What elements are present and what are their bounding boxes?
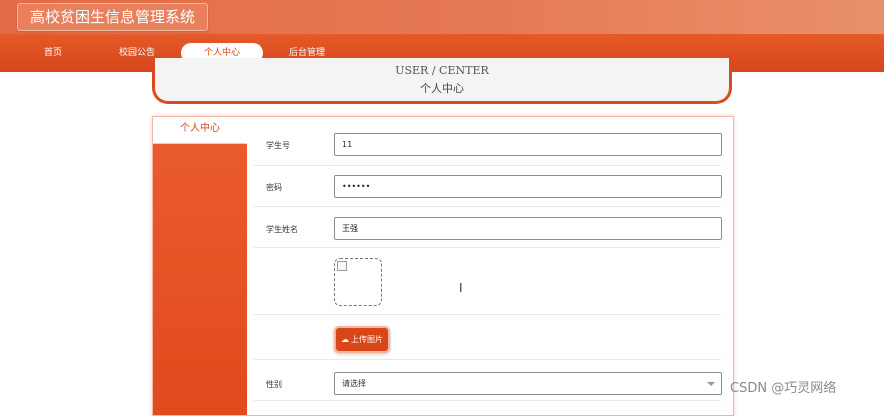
- password-label: 密码: [266, 183, 282, 192]
- top-header: 高校贫困生信息管理系统: [0, 0, 884, 34]
- student-no-label: 学生号: [266, 141, 290, 150]
- student-name-label: 学生姓名: [266, 225, 298, 234]
- form-row-gender: 性别 请选择: [254, 360, 722, 401]
- form-row-photo: [254, 248, 721, 315]
- form-row-upload: ☁ 上传图片: [254, 315, 721, 360]
- student-no-input[interactable]: 11: [334, 133, 722, 156]
- banner-title: 个人中心: [420, 82, 464, 95]
- form-row-student-no: 学生号 11: [254, 125, 722, 166]
- text-cursor-icon: I: [459, 281, 463, 295]
- upload-image-button[interactable]: ☁ 上传图片: [334, 326, 390, 353]
- personal-center-panel: 个人中心 学生号 11 密码 •••••• 学生姓名 王强 ☁ 上传图片 性别 请…: [152, 116, 734, 416]
- sidebar: 个人中心: [153, 117, 247, 415]
- chevron-down-icon: [707, 382, 715, 386]
- cloud-upload-icon: ☁: [341, 335, 349, 344]
- student-name-input[interactable]: 王强: [334, 217, 722, 240]
- app-title: 高校贫困生信息管理系统: [17, 3, 209, 31]
- banner-english-title: USER / CENTER: [395, 64, 489, 77]
- watermark: CSDN @巧灵网络: [730, 381, 837, 396]
- gender-select-placeholder: 请选择: [342, 379, 366, 388]
- sidebar-tab-personal-center[interactable]: 个人中心: [153, 117, 247, 144]
- upload-image-label: 上传图片: [351, 335, 383, 344]
- form-row-name: 学生姓名 王强: [254, 207, 722, 248]
- page-banner: USER / CENTER 个人中心: [152, 58, 732, 104]
- broken-image-icon: [337, 261, 347, 271]
- gender-select[interactable]: 请选择: [334, 372, 722, 395]
- password-input[interactable]: ••••••: [334, 175, 722, 198]
- form-row-password: 密码 ••••••: [254, 166, 722, 207]
- photo-preview[interactable]: [334, 258, 382, 306]
- gender-label: 性别: [266, 380, 282, 389]
- nav-home[interactable]: 首页: [32, 43, 74, 63]
- profile-form: 学生号 11 密码 •••••• 学生姓名 王强 ☁ 上传图片 性别 请选择: [248, 117, 733, 415]
